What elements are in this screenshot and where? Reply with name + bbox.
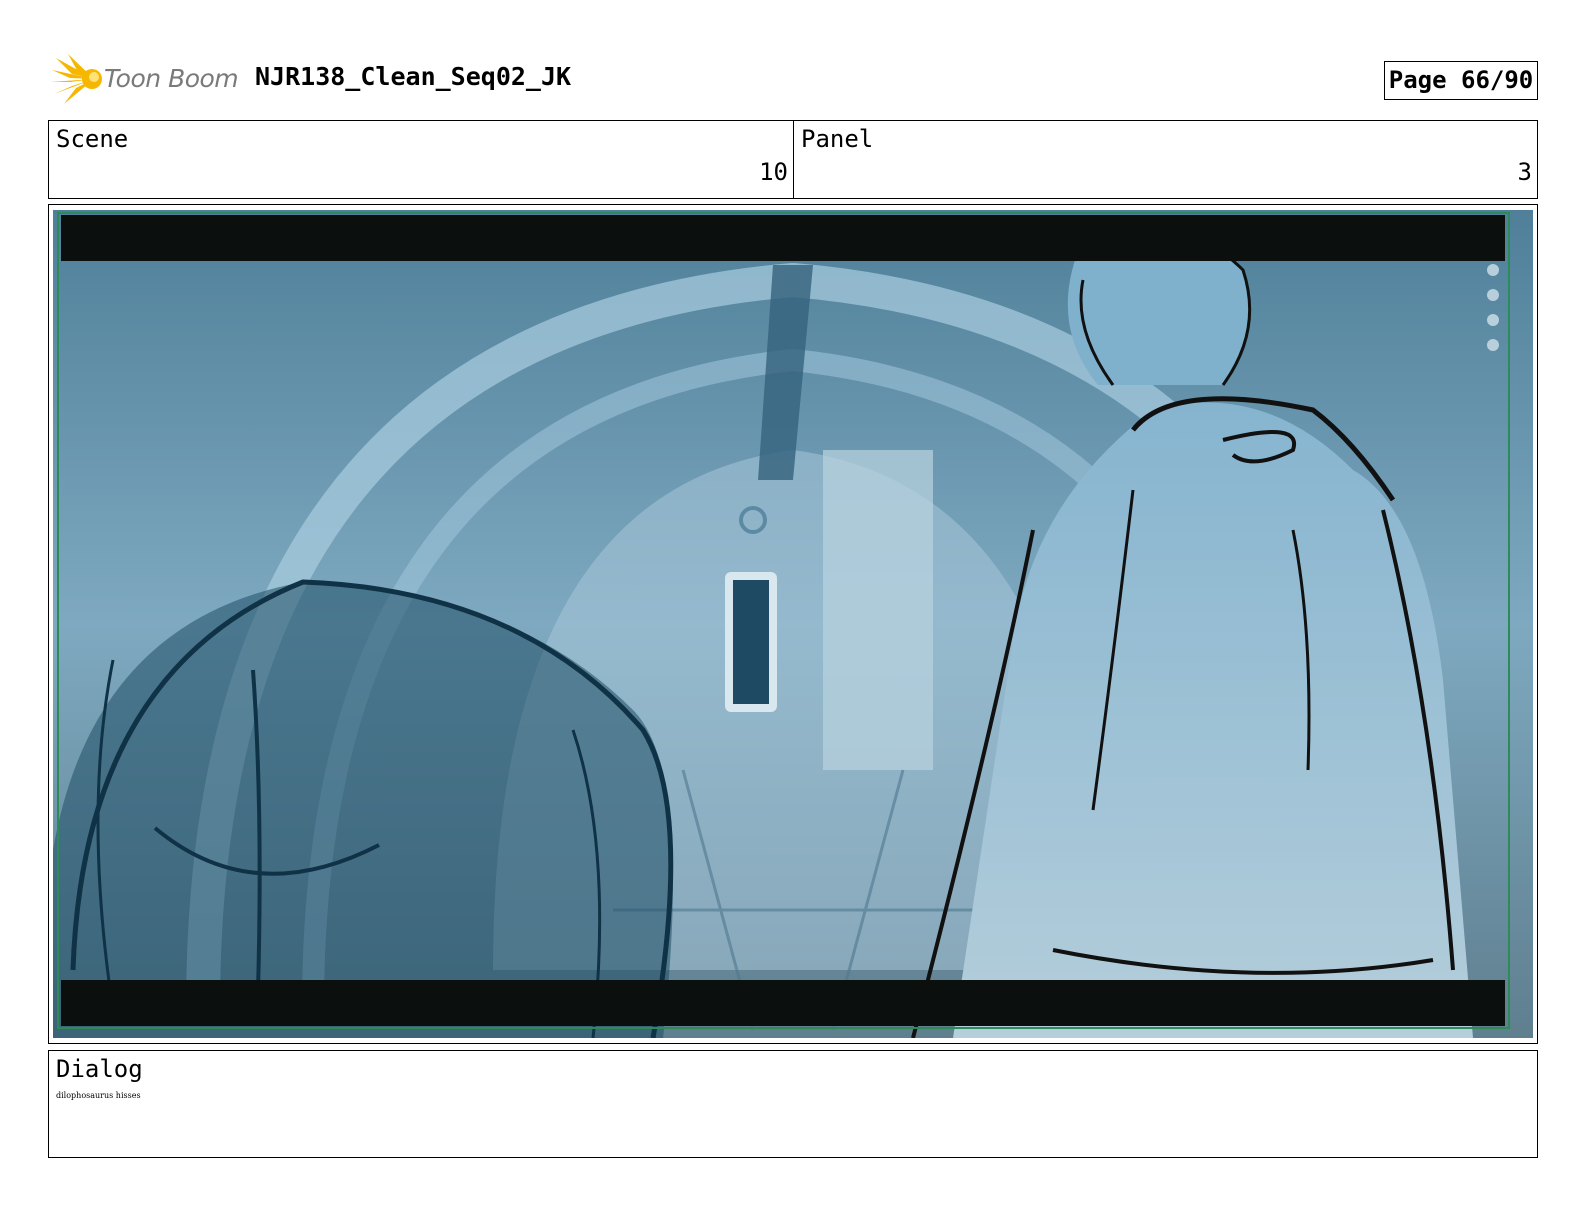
scene-number: 10 — [759, 158, 788, 186]
letterbox-top — [61, 215, 1505, 261]
project-title: NJR138_Clean_Seq02_JK — [255, 62, 572, 91]
dialog-label: Dialog — [56, 1055, 143, 1083]
letterbox-bottom — [61, 980, 1505, 1026]
dialog-box: Dialog dilophosaurus hisses — [48, 1050, 1538, 1158]
scene-label: Scene — [56, 125, 129, 153]
dialog-text: dilophosaurus hisses — [56, 1091, 141, 1100]
toon-boom-logo: Toon Boom — [50, 52, 240, 108]
logo-wordmark: Toon Boom — [104, 64, 239, 93]
panel-label: Panel — [801, 125, 874, 153]
page-indicator: Page 66/90 — [1384, 61, 1538, 100]
panel-number: 3 — [1517, 158, 1532, 186]
storyboard-frame-box — [48, 204, 1538, 1044]
panel-cell: Panel 3 — [794, 121, 1537, 198]
page-number: Page 66/90 — [1388, 66, 1534, 94]
starburst-logo-icon — [50, 54, 102, 104]
scene-cell: Scene 10 — [49, 121, 794, 198]
scene-panel-row: Scene 10 Panel 3 — [48, 120, 1538, 199]
storyboard-frame — [53, 210, 1533, 1038]
